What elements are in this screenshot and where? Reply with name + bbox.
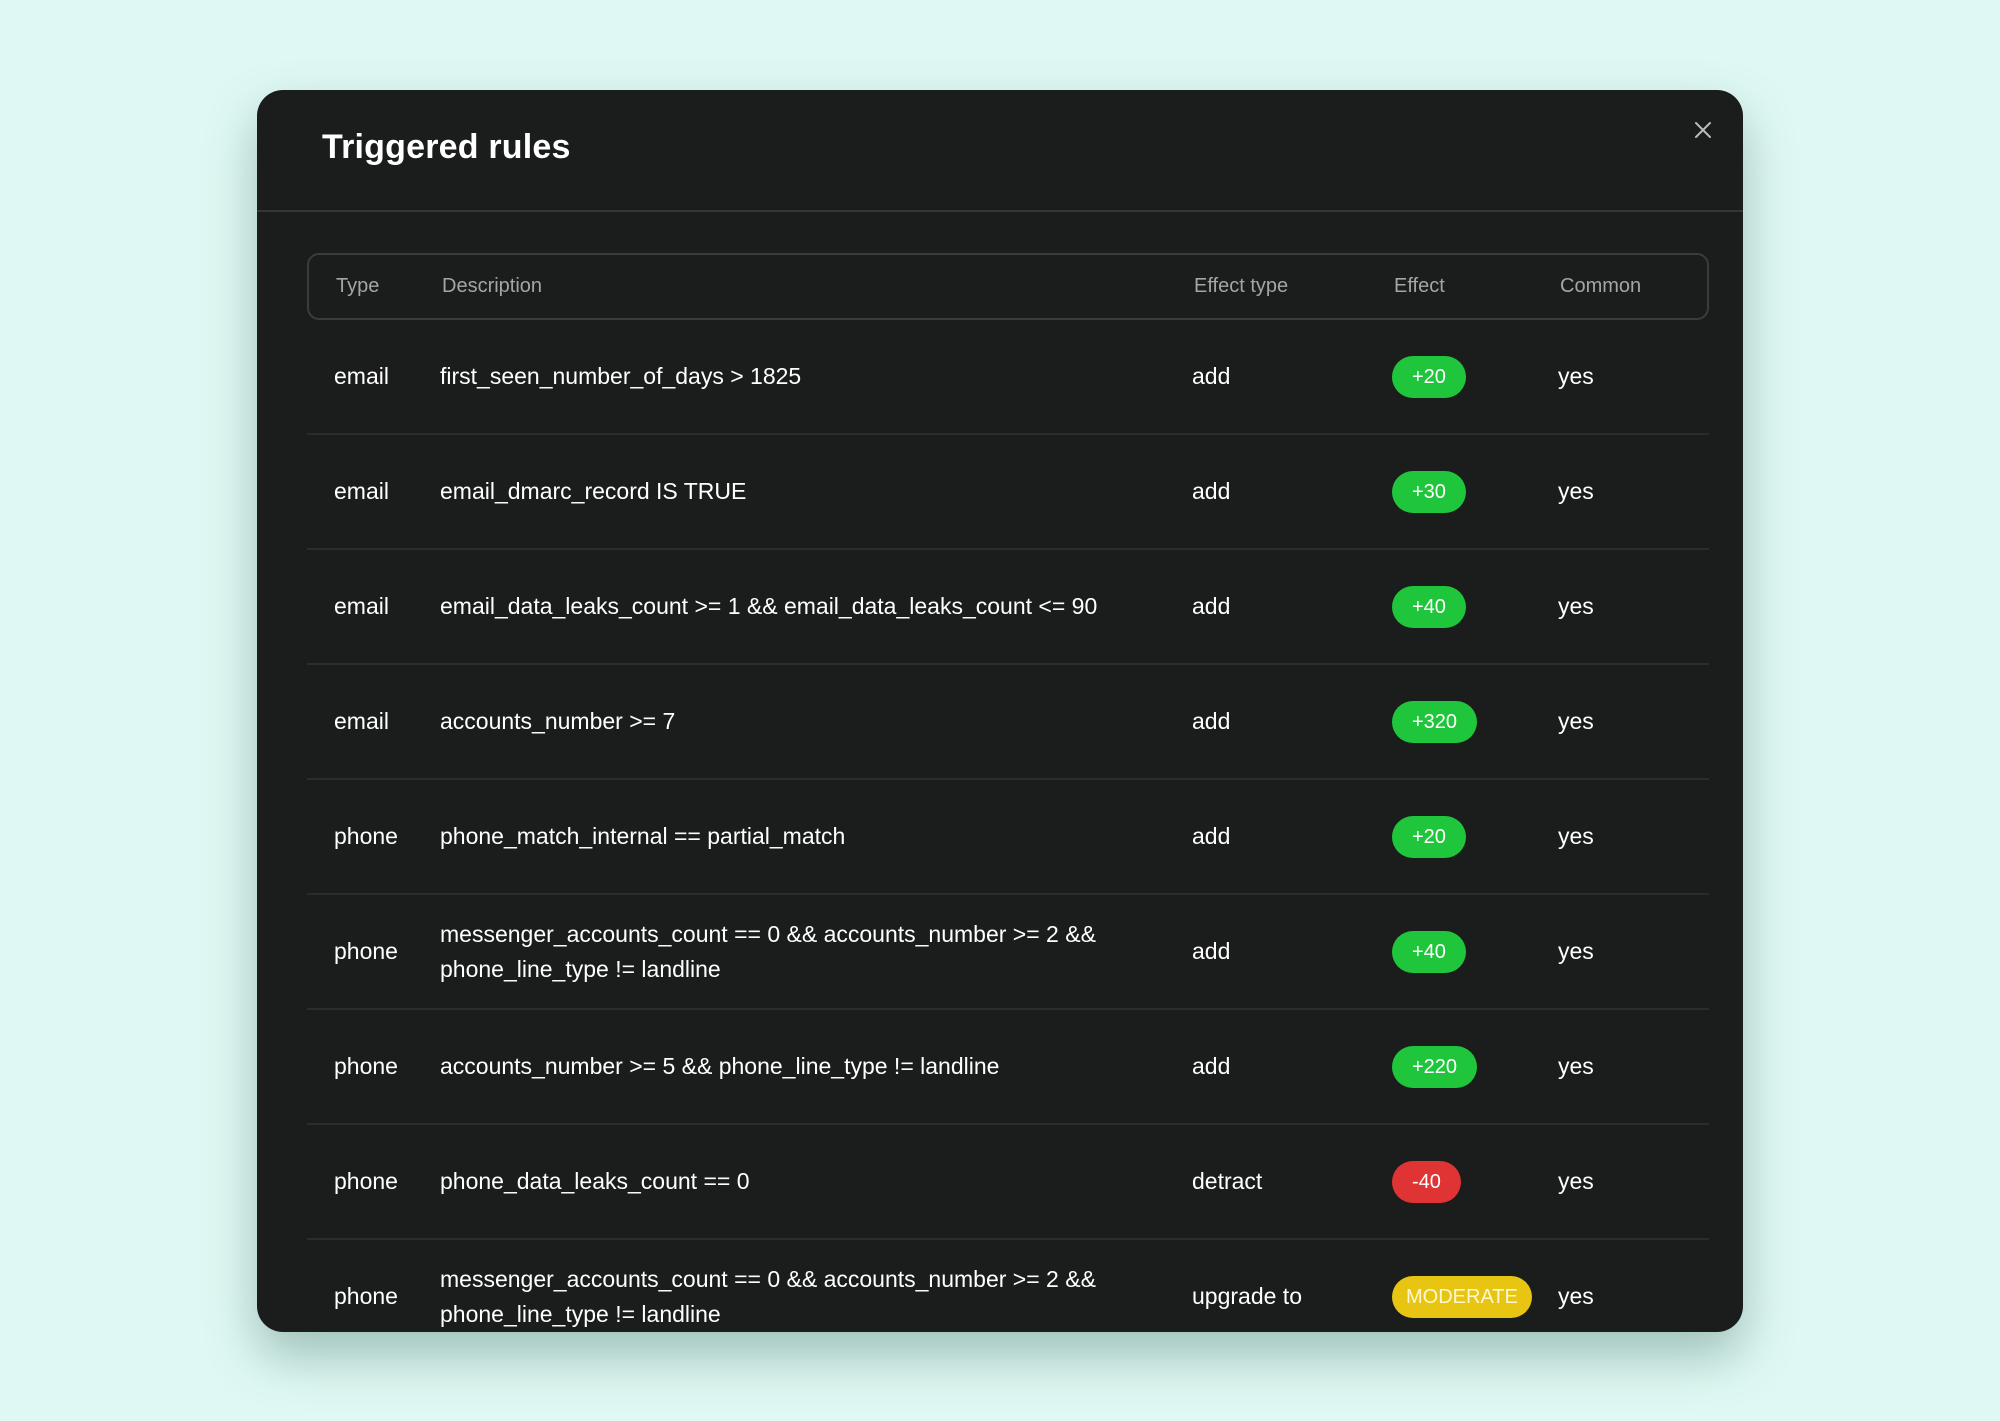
effect-badge: -40: [1392, 1160, 1461, 1203]
cell-effect: -40: [1392, 1160, 1558, 1203]
table-row: phone messenger_accounts_count == 0 && ac…: [307, 895, 1709, 1010]
cell-type: email: [334, 363, 389, 389]
effect-badge: +20: [1392, 355, 1466, 398]
effect-badge: MODERATE: [1392, 1275, 1532, 1318]
effect-badge: +40: [1392, 585, 1466, 628]
cell-description: email_data_leaks_count >= 1 && email_dat…: [440, 593, 1098, 619]
table-row: email accounts_number >= 7 add +320 yes: [307, 665, 1709, 780]
cell-description: messenger_accounts_count == 0 && account…: [440, 1265, 1096, 1327]
cell-effect: +20: [1392, 815, 1558, 858]
close-button[interactable]: [1685, 112, 1721, 148]
cell-type: phone: [334, 1168, 398, 1194]
cell-common: yes: [1558, 1283, 1594, 1309]
effect-badge: +40: [1392, 930, 1466, 973]
cell-common: yes: [1558, 363, 1594, 389]
modal-header: Triggered rules: [257, 90, 1743, 212]
cell-type: phone: [334, 938, 398, 964]
header-effect: Effect: [1394, 275, 1445, 297]
cell-effect: +40: [1392, 930, 1558, 973]
table-row: email email_dmarc_record IS TRUE add +30 yes: [307, 435, 1709, 550]
cell-effect-type: add: [1192, 593, 1231, 619]
close-icon: [1695, 122, 1711, 138]
cell-effect-type: add: [1192, 363, 1231, 389]
cell-common: yes: [1558, 593, 1594, 619]
cell-type: phone: [334, 1283, 398, 1309]
cell-description: phone_data_leaks_count == 0: [440, 1168, 750, 1194]
cell-common: yes: [1558, 1053, 1594, 1079]
cell-type: phone: [334, 823, 398, 849]
cell-description: messenger_accounts_count == 0 && account…: [440, 920, 1096, 982]
table-header: Type Description Effect type Effect Comm…: [307, 253, 1709, 320]
header-common: Common: [1560, 275, 1642, 297]
cell-type: email: [334, 708, 389, 734]
cell-type: email: [334, 593, 389, 619]
table-row: phone accounts_number >= 5 && phone_line_…: [307, 1010, 1709, 1125]
cell-effect: +220: [1392, 1045, 1558, 1088]
cell-description: accounts_number >= 5 && phone_line_type …: [440, 1053, 1000, 1079]
cell-effect-type: upgrade to: [1192, 1283, 1302, 1309]
table-row: phone phone_match_internal == partial_mat…: [307, 780, 1709, 895]
cell-common: yes: [1558, 938, 1594, 964]
cell-description: accounts_number >= 7: [440, 708, 676, 734]
cell-effect: +20: [1392, 355, 1558, 398]
cell-type: phone: [334, 1053, 398, 1079]
cell-effect: MODERATE: [1392, 1275, 1558, 1318]
rules-table: Type Description Effect type Effect Comm…: [307, 253, 1709, 1332]
cell-effect-type: add: [1192, 478, 1231, 504]
cell-type: email: [334, 478, 389, 504]
table-row: email email_data_leaks_count >= 1 && emai…: [307, 550, 1709, 665]
cell-common: yes: [1558, 478, 1594, 504]
cell-effect-type: add: [1192, 1053, 1231, 1079]
triggered-rules-modal: Triggered rules Type Description Effect …: [257, 90, 1743, 1332]
cell-effect-type: add: [1192, 938, 1231, 964]
table-body: email first_seen_number_of_days > 1825 add…: [307, 320, 1709, 1332]
header-type: Type: [336, 275, 380, 297]
cell-common: yes: [1558, 1168, 1594, 1194]
table-row: phone messenger_accounts_count == 0 && ac…: [307, 1240, 1709, 1332]
cell-description: first_seen_number_of_days > 1825: [440, 363, 802, 389]
modal-title: Triggered rules: [322, 128, 571, 166]
table-row: phone phone_data_leaks_count == 0 detract -…: [307, 1125, 1709, 1240]
header-description: Description: [442, 275, 543, 297]
cell-description: email_dmarc_record IS TRUE: [440, 478, 747, 504]
header-effect-type: Effect type: [1194, 275, 1289, 297]
effect-badge: +20: [1392, 815, 1466, 858]
table-row: email first_seen_number_of_days > 1825 add…: [307, 320, 1709, 435]
cell-effect: +30: [1392, 470, 1558, 513]
effect-badge: +320: [1392, 700, 1478, 743]
effect-badge: +220: [1392, 1045, 1478, 1088]
effect-badge: +30: [1392, 470, 1466, 513]
cell-effect: +40: [1392, 585, 1558, 628]
cell-effect-type: detract: [1192, 1168, 1263, 1194]
cell-effect: +320: [1392, 700, 1558, 743]
cell-effect-type: add: [1192, 708, 1231, 734]
cell-common: yes: [1558, 708, 1594, 734]
cell-common: yes: [1558, 823, 1594, 849]
cell-description: phone_match_internal == partial_match: [440, 823, 846, 849]
cell-effect-type: add: [1192, 823, 1231, 849]
